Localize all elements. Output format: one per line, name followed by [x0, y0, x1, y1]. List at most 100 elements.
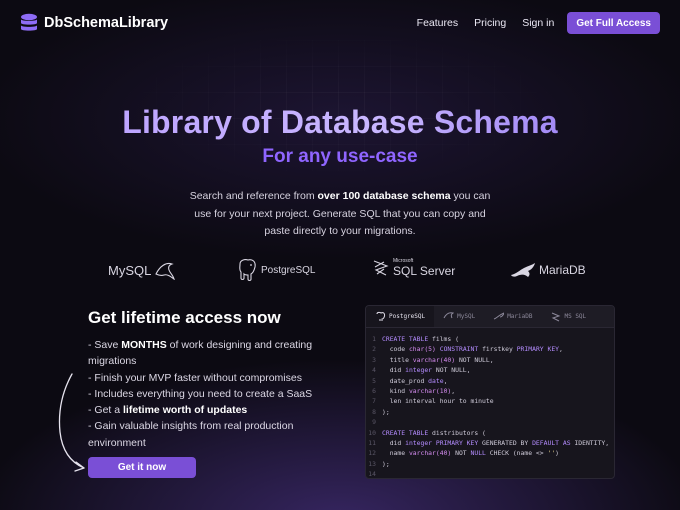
- code-token: distributors (: [428, 428, 486, 437]
- curved-arrow-icon: [58, 373, 85, 472]
- code-token: );: [382, 459, 390, 468]
- code-line: 5 date_prod date,: [366, 376, 614, 386]
- tab-mysql[interactable]: MySQL: [434, 306, 484, 327]
- lifetime-access-title: Get lifetime access now: [88, 308, 281, 327]
- get-full-access-button[interactable]: Get Full Access: [567, 12, 660, 34]
- line-number: 9: [372, 418, 376, 427]
- code-token: NOT: [451, 449, 471, 458]
- code-line: 8);: [366, 407, 614, 417]
- code-token: GENERATED BY: [478, 438, 533, 447]
- code-token: name: [382, 449, 409, 458]
- postgresql-icon: [376, 311, 386, 321]
- code-token: ,: [559, 345, 563, 354]
- code-token: firstkey: [478, 345, 517, 354]
- mssql-icon: [552, 312, 561, 322]
- mysql-icon: [443, 312, 455, 319]
- code-line: 4 did integer NOT NULL,: [366, 365, 614, 375]
- feature-item: - Gain valuable insights from real produ…: [88, 418, 328, 451]
- code-token: ,: [451, 386, 456, 395]
- dolphin-icon: [155, 262, 176, 280]
- line-number: 6: [372, 386, 376, 395]
- feature-item: - Finish your MVP faster without comprom…: [88, 370, 328, 386]
- code-token: PRIMARY KEY: [516, 345, 560, 354]
- code-token: NULL: [470, 449, 486, 458]
- line-number: 2: [372, 345, 376, 354]
- mysql-logo: MySQL: [108, 260, 176, 280]
- database-logo-icon: [21, 13, 37, 31]
- line-content: name varchar(40) NOT NULL CHECK (name <>…: [382, 448, 559, 458]
- feature-list: - Save MONTHS of work designing and crea…: [88, 337, 328, 451]
- line-number: 14: [368, 470, 376, 479]
- code-line: 12 name varchar(40) NOT NULL CHECK (name…: [366, 448, 614, 458]
- sql-code-block: 1 CREATE TABLE films (2 code char(5) CONS…: [366, 328, 614, 479]
- elephant-icon: [239, 259, 256, 282]
- line-content: did integer NOT NULL,: [382, 365, 471, 375]
- code-line: 6 kind varchar(10),: [366, 386, 614, 396]
- sqlserver-text: Microsoft SQL Server: [393, 258, 455, 278]
- feature-text: - Includes everything you need to create…: [88, 387, 313, 400]
- code-line: 11 did integer PRIMARY KEY GENERATED BY …: [366, 438, 614, 448]
- get-it-now-button[interactable]: Get it now: [88, 457, 196, 478]
- code-line: 1 CREATE TABLE films (: [366, 334, 614, 344]
- hero-subtitle: For any use-case: [262, 146, 418, 167]
- postgresql-label: PostgreSQL: [261, 264, 316, 276]
- nav-link-features[interactable]: Features: [417, 17, 458, 29]
- brand-name: DbSchemaLibrary: [44, 15, 169, 31]
- code-preview-window: PostgreSQL MySQL MariaDB MS SQL 1 CREATE TAB…: [365, 305, 615, 479]
- feature-text: - Save: [88, 339, 122, 351]
- code-token: films (: [428, 335, 459, 343]
- code-line: 9: [366, 417, 614, 427]
- postgresql-logo: PostgreSQL: [236, 258, 315, 282]
- line-content: did integer PRIMARY KEY GENERATED BY DEF…: [382, 438, 609, 448]
- landing-page: DbSchemaLibrary Features Pricing Sign in…: [0, 0, 680, 510]
- code-token: );: [382, 407, 390, 416]
- code-token: varchar(10): [408, 386, 452, 395]
- code-token: did: [382, 438, 406, 447]
- code-token: varchar(40): [408, 449, 452, 458]
- code-token: NOT NULL,: [432, 366, 471, 375]
- line-content: date_prod date,: [382, 376, 448, 386]
- nav-link-pricing[interactable]: Pricing: [474, 17, 506, 29]
- tab-postgresql[interactable]: PostgreSQL: [366, 306, 435, 327]
- feature-text: - Get a: [88, 404, 124, 417]
- line-number: 10: [368, 428, 376, 437]
- code-token: char(5): [408, 345, 436, 354]
- feature-text: - Gain valuable insights from real produ…: [88, 420, 294, 449]
- tab-ms-sql[interactable]: MS SQL: [541, 306, 595, 327]
- feature-highlight: MONTHS: [121, 339, 167, 351]
- feature-text: - Finish your MVP faster without comprom…: [88, 371, 302, 384]
- hero-description: Search and reference from over 100 datab…: [180, 188, 500, 241]
- code-token: date: [428, 376, 444, 385]
- line-number: 5: [372, 376, 376, 385]
- code-line: 7 len interval hour to minute: [366, 396, 614, 406]
- line-number: 4: [372, 366, 376, 375]
- nav-link-sign-in[interactable]: Sign in: [522, 17, 554, 29]
- feature-item: - Save MONTHS of work designing and crea…: [88, 337, 328, 370]
- line-content: kind varchar(10),: [382, 386, 455, 396]
- line-number: 3: [372, 355, 376, 364]
- line-content: len interval hour to minute: [382, 396, 494, 406]
- code-token: CREATE TABLE: [382, 335, 429, 343]
- mariadb-icon: [494, 312, 505, 320]
- line-number: 1: [372, 335, 376, 343]
- code-token: ): [555, 449, 560, 458]
- code-token: NOT NULL,: [455, 355, 494, 364]
- mariadb-logo: MariaDB: [510, 262, 586, 278]
- tab-mariadb[interactable]: MariaDB: [484, 306, 541, 327]
- feature-item: - Get a lifetime worth of updates: [88, 402, 328, 418]
- code-token: code: [382, 345, 409, 354]
- tab-label: PostgreSQL: [389, 313, 426, 320]
- brand[interactable]: DbSchemaLibrary: [20, 13, 168, 33]
- feature-item: - Includes everything you need to create…: [88, 386, 328, 402]
- line-content: );: [382, 459, 390, 469]
- line-number: 11: [368, 438, 376, 447]
- line-number: 12: [368, 449, 376, 458]
- line-content: );: [382, 407, 390, 417]
- database-logos: MySQL PostgreSQL Microsoft SQL Server Ma…: [0, 254, 680, 288]
- code-token: IDENTITY,: [570, 438, 610, 447]
- feature-highlight: lifetime worth of updates: [123, 404, 248, 417]
- code-token: kind: [382, 386, 409, 395]
- code-line: 3 title varchar(40) NOT NULL,: [366, 355, 614, 365]
- tab-label: MS SQL: [564, 313, 587, 320]
- line-number: 7: [372, 397, 376, 406]
